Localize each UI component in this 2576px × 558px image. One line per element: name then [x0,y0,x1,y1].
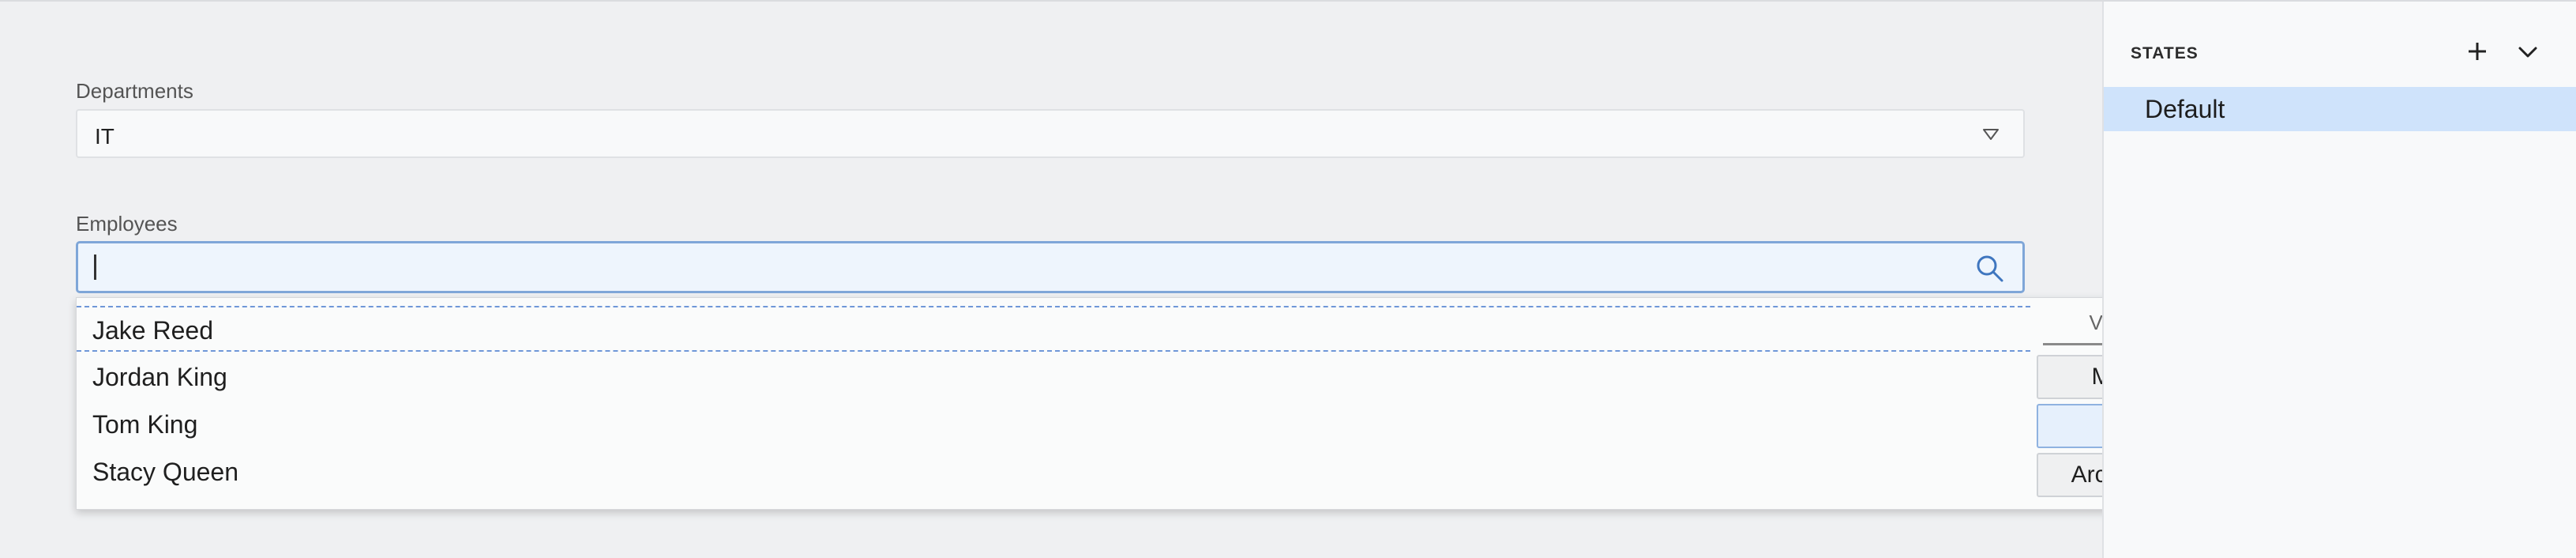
text-cursor [94,254,96,280]
states-panel: STATES Default [2102,2,2576,558]
employee-option-jordan-king[interactable]: Jordan King [92,363,227,392]
states-title: STATES [2131,44,2199,62]
plus-icon[interactable] [2465,40,2489,63]
departments-value: IT [95,124,115,149]
search-icon[interactable] [1975,254,2005,284]
departments-label: Departments [76,79,193,103]
employees-search-input[interactable] [76,241,2025,293]
employee-option-stacy-queen[interactable]: Stacy Queen [92,458,238,487]
employees-dropdown: Jake Reed Jordan King Tom King Stacy Que… [76,297,2206,510]
triangle-down-icon[interactable] [1982,128,2000,141]
employee-option-jake-reed[interactable]: Jake Reed [77,306,2030,352]
chevron-down-icon[interactable] [2516,43,2540,62]
employee-option-tom-king[interactable]: Tom King [92,410,197,439]
employees-label: Employees [76,212,178,236]
departments-select[interactable]: IT [76,109,2025,158]
state-item-default[interactable]: Default [2104,87,2576,131]
state-item-label: Default [2145,95,2225,123]
